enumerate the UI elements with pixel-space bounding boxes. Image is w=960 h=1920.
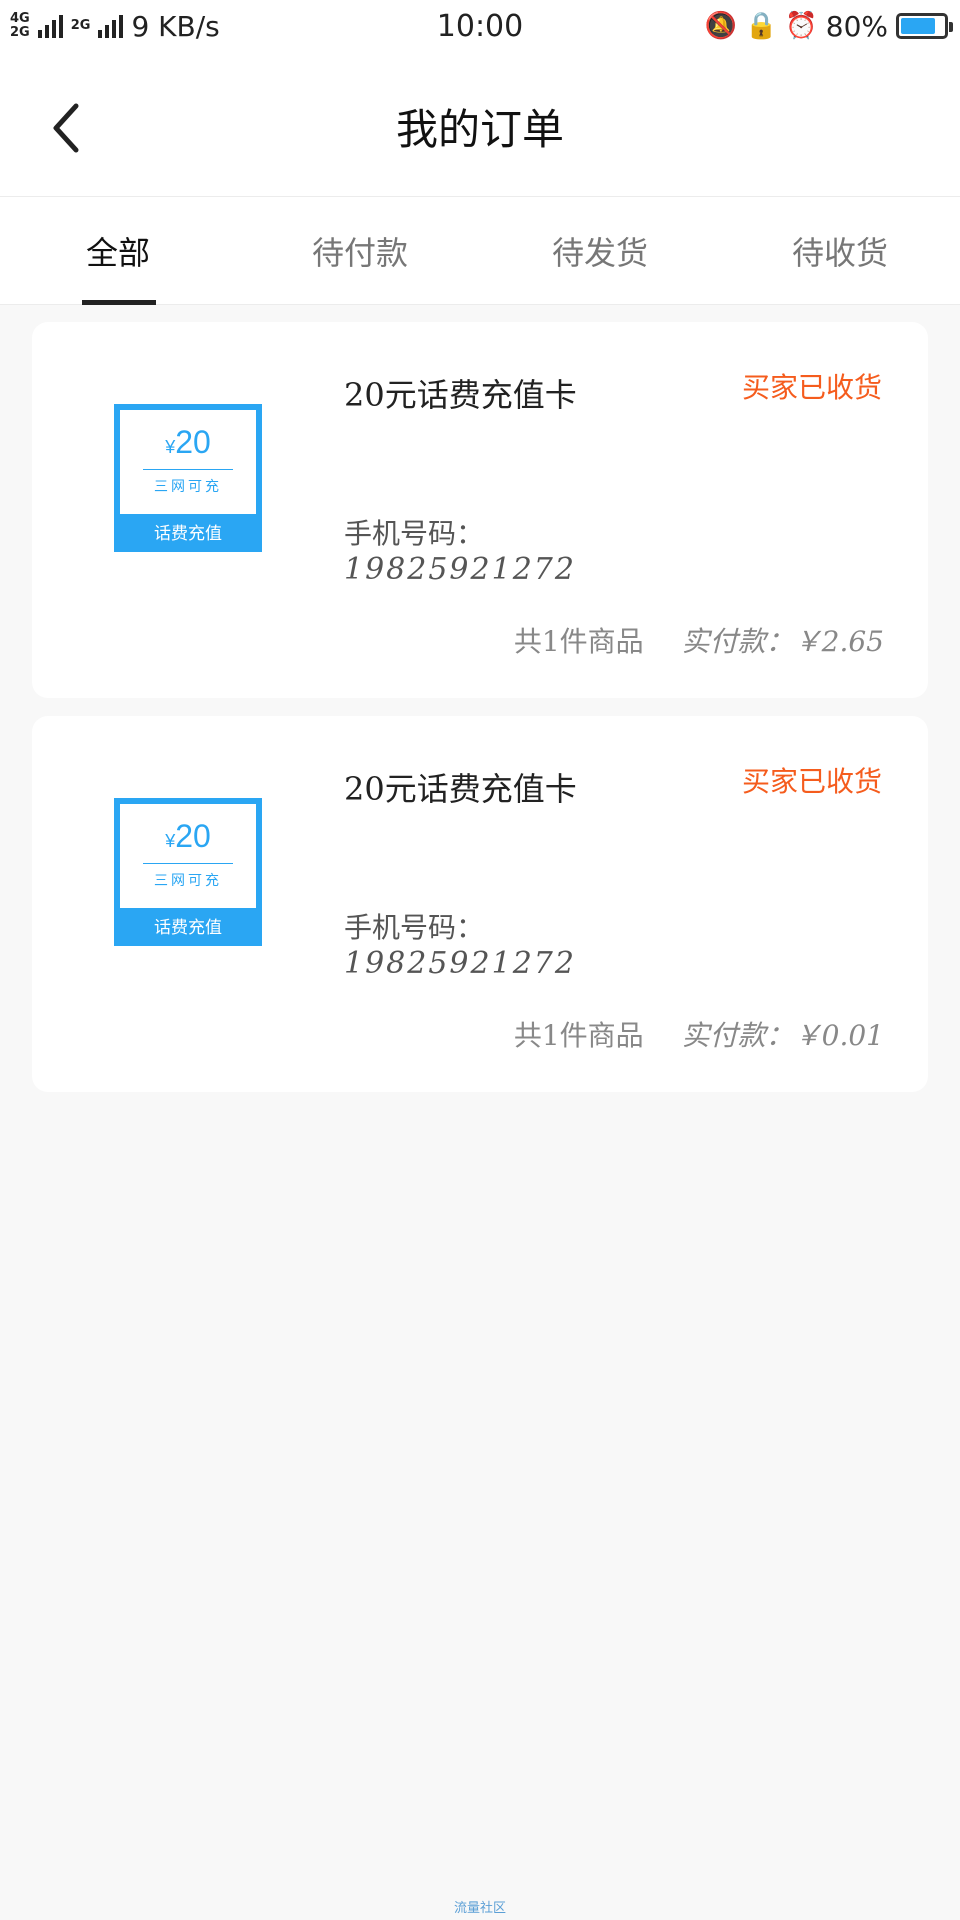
thumbnail-face: ¥20 三网可充 (120, 804, 256, 908)
phone-label: 手机号码： (344, 517, 485, 550)
order-list: ¥20 三网可充 话费充值 20元话费充值卡 买家已收货 手机号码： 19825… (32, 322, 928, 1110)
order-status: 买家已收货 (741, 765, 882, 798)
order-card[interactable]: ¥20 三网可充 话费充值 20元话费充值卡 买家已收货 手机号码： 19825… (32, 322, 928, 698)
page-title: 我的订单 (395, 105, 564, 154)
thumbnail-amount: 20 (175, 424, 211, 460)
tab-label: 待发货 (551, 234, 648, 272)
thumbnail-currency: ¥ (165, 831, 176, 851)
product-title: 20元话费充值卡 (344, 770, 577, 808)
tab-pending-payment[interactable]: 待付款 (240, 197, 480, 305)
network-type: 4G 2G (10, 12, 30, 40)
tab-label: 待付款 (311, 234, 408, 272)
network-type-alt: 2G (70, 18, 91, 33)
order-tabs: 全部 待付款 待发货 待收货 (0, 197, 960, 305)
thumbnail-subtitle: 三网可充 (154, 873, 222, 889)
tab-label: 待收货 (791, 234, 888, 272)
tab-label: 全部 (86, 234, 151, 272)
thumbnail-amount: 20 (175, 818, 211, 854)
phone-label: 手机号码： (344, 911, 485, 944)
phone-number: 19825921272 (344, 552, 576, 587)
product-title: 20元话费充值卡 (344, 376, 577, 414)
battery-icon (896, 13, 953, 39)
item-count: 共1件商品 (513, 1019, 644, 1052)
network-speed: 9 KB/s (131, 9, 220, 43)
product-thumbnail: ¥20 三网可充 话费充值 (114, 798, 262, 946)
thumbnail-subtitle: 三网可充 (154, 479, 222, 495)
status-left: 4G 2G 2G 9 KB/s (10, 10, 220, 43)
order-summary: 共1件商品 实付款：￥0.01 (514, 1014, 884, 1054)
product-thumbnail: ¥20 三网可充 话费充值 (114, 404, 262, 552)
signal-icon-2 (98, 14, 124, 38)
network-type-bottom: 2G (10, 25, 30, 40)
status-bar: 4G 2G 2G 9 KB/s 10:00 🔕 🔒 ⏰ 80% (0, 0, 960, 52)
rotation-lock-icon: 🔒 (745, 11, 778, 41)
order-summary: 共1件商品 实付款：￥2.65 (514, 620, 884, 660)
tab-pending-shipment[interactable]: 待发货 (480, 197, 720, 305)
battery-percent: 80% (825, 9, 888, 43)
tab-pending-receipt[interactable]: 待收货 (720, 197, 960, 305)
thumbnail-divider (143, 863, 233, 864)
watermark: 流量社区 (453, 1901, 506, 1916)
thumbnail-currency: ¥ (165, 437, 176, 457)
thumbnail-face: ¥20 三网可充 (120, 410, 256, 514)
thumbnail-footer: 话费充值 (154, 524, 222, 544)
thumbnail-price: ¥20 (165, 818, 211, 855)
total-paid: 实付款：￥2.65 (681, 625, 884, 658)
signal-icon (37, 14, 63, 38)
total-paid: 实付款：￥0.01 (681, 1019, 884, 1052)
battery-fill (901, 18, 935, 34)
phone-number: 19825921272 (344, 946, 576, 981)
item-count: 共1件商品 (513, 625, 644, 658)
status-right: 🔕 🔒 ⏰ 80% (704, 9, 953, 43)
thumbnail-footer: 话费充值 (154, 918, 222, 938)
alarm-icon: ⏰ (785, 11, 818, 41)
tab-all[interactable]: 全部 (0, 197, 240, 305)
bell-muted-icon: 🔕 (704, 11, 738, 41)
order-card[interactable]: ¥20 三网可充 话费充值 20元话费充值卡 买家已收货 手机号码： 19825… (32, 716, 928, 1092)
thumbnail-divider (143, 469, 233, 470)
network-type-top: 4G (10, 11, 30, 26)
order-status: 买家已收货 (741, 371, 882, 404)
header: 我的订单 (0, 52, 960, 197)
thumbnail-price: ¥20 (165, 424, 211, 461)
